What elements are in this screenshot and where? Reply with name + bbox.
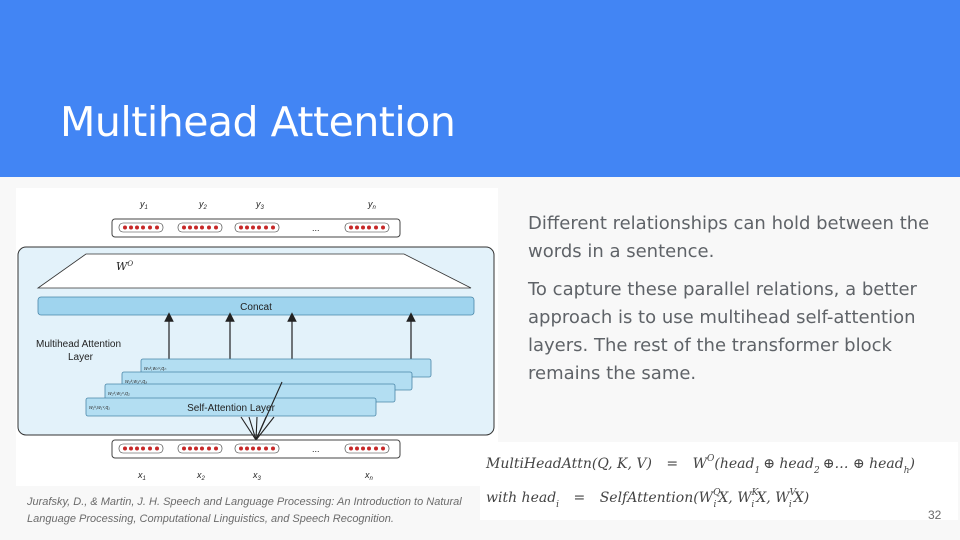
output-labels: y1 y2 y3 yn (139, 199, 377, 211)
multihead-attention-diagram: y1 y2 y3 yn ... WO Concat Multihead Atte… (16, 188, 498, 486)
input-label-3: x3 (252, 470, 262, 482)
input-ellipsis: ... (312, 444, 320, 454)
group-label: Multihead Attention (36, 339, 121, 350)
output-label-n: yn (367, 199, 377, 211)
citation: Jurafsky, D., & Martin, J. H. Speech and… (27, 496, 462, 525)
head-3-weights: w₃ᵏ,w₃ᵛ,q₃ (125, 379, 147, 385)
formula-line-2: with headi = SelfAttention(WQ i X, WK i X, W… (486, 488, 809, 511)
concat-label: Concat (240, 302, 272, 313)
slide-body: Different relationships can hold between… (528, 210, 938, 398)
self-attention-label: Self-Attention Layer (187, 403, 275, 414)
input-label-1: x1 (137, 470, 146, 482)
output-label-2: y2 (198, 199, 208, 211)
input-vector-bar: ... (111, 439, 401, 459)
title-banner: Multihead Attention (0, 0, 960, 177)
paragraph-multihead: To capture these parallel relations, a b… (528, 279, 917, 384)
group-label-line2: Layer (68, 352, 94, 363)
head-4-weights: wₕᵏ,wₕᵛ,qₕ (144, 366, 167, 372)
input-labels: x1 x2 x3 xn (137, 470, 374, 482)
paragraph-relationships: Different relationships can hold between… (528, 213, 930, 262)
head-2-weights: w₂ᵏ,w₂ᵛ,q₂ (108, 391, 130, 397)
output-label-1: y1 (139, 199, 148, 211)
page-number: 32 (928, 508, 942, 522)
slide-title: Multihead Attention (60, 98, 456, 146)
head-1-weights: w₁ᵏ,w₁ᵛ,q₁ (89, 405, 110, 411)
input-label-2: x2 (196, 470, 206, 482)
output-ellipsis: ... (312, 223, 320, 233)
wo-projection (36, 253, 472, 289)
output-label-3: y3 (255, 199, 265, 211)
formula-line-1: MultiHeadAttn(Q, K, V) = WO(head1 ⊕ head2… (485, 454, 915, 476)
output-vector-bar: ... (111, 218, 401, 238)
formula-box: MultiHeadAttn(Q, K, V) = WO(head1 ⊕ head2… (480, 442, 958, 520)
input-label-n: xn (364, 470, 374, 482)
